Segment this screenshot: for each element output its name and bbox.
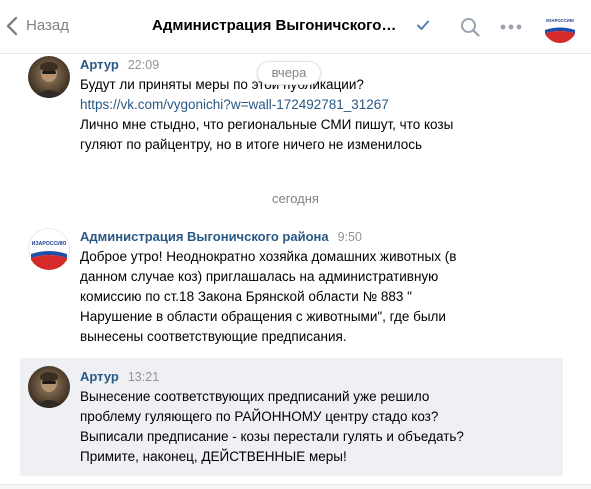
avatar[interactable]: ИЗАРОССИЮ — [28, 228, 70, 270]
avatar[interactable] — [28, 366, 70, 408]
message-line: Выписали предписание - козы перестали гу… — [80, 429, 464, 444]
message-line: данном случае коз) приглашалась на админ… — [80, 269, 439, 284]
chevron-left-icon — [6, 16, 18, 36]
avatar[interactable] — [28, 56, 70, 98]
message-line: Доброе утро! Неоднократно хозяйка домашн… — [80, 249, 457, 264]
message-line: Нарушение в области обращения с животным… — [80, 309, 446, 324]
message-line: Примите, наконец, ДЕЙСТВЕННЫЕ меры! — [80, 449, 347, 464]
message-text: Вынесение соответствующих предписаний уж… — [80, 387, 550, 467]
message-line: гуляют по райцентру, но в итоге ничего н… — [80, 137, 423, 152]
back-button[interactable]: Назад — [6, 14, 69, 38]
avatar-logo-text: ИЗАРОССИЮ — [32, 241, 67, 247]
message-link[interactable]: https://vk.com/vygonichi?w=wall-17249278… — [80, 95, 550, 115]
message-line: комиссию по ст.18 Закона Брянской област… — [80, 289, 412, 304]
date-pill: вчера — [257, 61, 321, 85]
date-divider: сегодня — [272, 191, 319, 206]
message-time[interactable]: 22:09 — [128, 58, 159, 72]
more-horizontal-icon[interactable] — [500, 24, 522, 30]
message-text: Доброе утро! Неоднократно хозяйка домашн… — [80, 247, 550, 347]
search-icon[interactable] — [460, 17, 480, 37]
composer-edge — [0, 484, 591, 489]
back-label: Назад — [26, 17, 69, 34]
message-author[interactable]: Артур — [80, 369, 119, 384]
message-line: Лично мне стыдно, что региональные СМИ п… — [80, 117, 454, 132]
message: ИЗАРОССИЮ Администрация Выгоничского рай… — [20, 226, 563, 350]
message-time[interactable]: 13:21 — [128, 370, 159, 384]
message-author[interactable]: Артур — [80, 57, 119, 72]
message-text: Будут ли приняты меры по этой публикации… — [80, 75, 550, 155]
message-time[interactable]: 9:50 — [338, 230, 362, 244]
message-author[interactable]: Администрация Выгоничского района — [80, 229, 329, 244]
chat-avatar[interactable]: ИЗАРОССИЮ — [543, 9, 577, 43]
chat-title[interactable]: Администрация Выгоничского ра... — [152, 16, 398, 36]
verified-check-icon — [417, 20, 429, 30]
message-line: Вынесение соответствующих предписаний уж… — [80, 389, 430, 404]
message-line: проблему гуляющего по РАЙОННОМУ центру с… — [80, 409, 439, 424]
avatar-logo-text: ИЗАРОССИЮ — [546, 18, 575, 23]
message: Артур 13:21 Вынесение соответствующих пр… — [20, 358, 563, 476]
message-line: вынесены соответствующие предписания. — [80, 329, 347, 344]
chat-header: Назад Администрация Выгоничского ра... И… — [0, 0, 591, 54]
